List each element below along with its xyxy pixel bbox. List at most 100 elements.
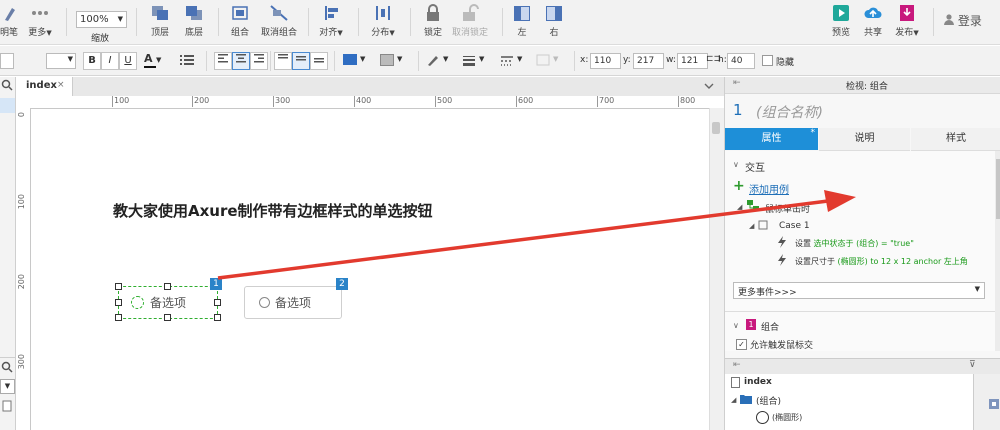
- italic-button[interactable]: I: [101, 52, 119, 70]
- resize-handle[interactable]: [164, 314, 171, 321]
- line-color-button[interactable]: ▼: [426, 53, 454, 67]
- x-label: x:: [580, 55, 589, 65]
- collapse-triangle-icon[interactable]: ◢: [731, 396, 736, 404]
- bring-to-top-button[interactable]: 顶层: [146, 4, 174, 38]
- fill-color-button[interactable]: ▼: [343, 53, 371, 67]
- outline-side-icon[interactable]: [989, 399, 999, 409]
- search-icon[interactable]: [1, 79, 13, 91]
- outline-ellipse[interactable]: (椭圆形): [772, 412, 802, 423]
- valign-middle-button[interactable]: [292, 52, 310, 70]
- login-button[interactable]: 登录: [944, 12, 982, 29]
- tab-notes[interactable]: 说明: [819, 128, 910, 151]
- line-style-button[interactable]: ▼: [500, 53, 528, 67]
- chevron-down-icon: ▼: [397, 55, 403, 63]
- valign-bottom-button[interactable]: [310, 52, 328, 70]
- align-button[interactable]: 对齐▼: [316, 4, 346, 38]
- chevron-down-icon: ▼: [360, 55, 366, 63]
- tab-style[interactable]: 样式: [911, 128, 1000, 151]
- event-onclick[interactable]: 鼠标单击时: [765, 202, 810, 215]
- share-button[interactable]: 共享: [860, 4, 886, 38]
- align-center-button[interactable]: [232, 52, 250, 70]
- right-panel-toggle[interactable]: 右: [542, 4, 566, 38]
- close-icon[interactable]: ×: [57, 80, 65, 90]
- align-center-icon: [236, 54, 246, 63]
- outline-page[interactable]: index: [744, 377, 772, 387]
- ellipse-icon: [756, 411, 769, 424]
- bold-button[interactable]: B: [83, 52, 101, 70]
- resize-handle[interactable]: [115, 283, 122, 290]
- case-1[interactable]: Case 1: [779, 221, 810, 231]
- plus-icon[interactable]: +: [733, 178, 745, 194]
- heading-text[interactable]: 教大家使用Axure制作带有边框样式的单选按钮: [113, 200, 433, 221]
- tab-properties[interactable]: 属性 *: [725, 128, 818, 150]
- hide-checkbox[interactable]: [762, 55, 773, 66]
- underline-button[interactable]: U: [119, 52, 137, 70]
- add-case-link[interactable]: 添加用例: [749, 181, 789, 196]
- tab-index[interactable]: index ×: [16, 77, 73, 96]
- tab-menu-icon[interactable]: [704, 81, 714, 91]
- chevron-down-icon[interactable]: ∨: [733, 160, 739, 169]
- align-right-button[interactable]: [250, 52, 268, 70]
- filter-icon[interactable]: ⊽: [969, 360, 976, 370]
- zoom-select[interactable]: 100% ▼: [76, 11, 127, 28]
- action-set-selected[interactable]: 设置 选中状态于 (组合) = "true": [795, 238, 914, 249]
- design-canvas[interactable]: 教大家使用Axure制作带有边框样式的单选按钮 备选项 1 备选项 2: [31, 109, 709, 430]
- valign-top-button[interactable]: [274, 52, 292, 70]
- font-size-select[interactable]: ▼: [46, 53, 76, 69]
- chevron-down-icon[interactable]: ▼: [0, 379, 15, 394]
- search-icon[interactable]: [1, 361, 13, 373]
- outline-group[interactable]: (组合): [756, 394, 781, 407]
- distribute-button[interactable]: 分布▼: [368, 4, 398, 38]
- outline-scroll[interactable]: [973, 374, 1000, 430]
- w-field[interactable]: 121: [677, 53, 708, 69]
- more-button[interactable]: 更多▼: [27, 4, 53, 38]
- resize-handle[interactable]: [164, 283, 171, 290]
- action-set-size[interactable]: 设置尺寸于 (椭圆形) to 12 x 12 anchor 左上角: [795, 256, 968, 267]
- resize-handle[interactable]: [115, 299, 122, 306]
- divider: [308, 8, 309, 36]
- collapse-triangle-icon[interactable]: ◢: [749, 222, 754, 230]
- h-field[interactable]: 40: [727, 53, 755, 69]
- list-bullets-icon[interactable]: [180, 54, 194, 66]
- allow-trigger-label: 允许触发鼠标交: [750, 341, 814, 351]
- resize-handle[interactable]: [115, 314, 122, 321]
- ruler-tick-label: 700: [597, 96, 615, 107]
- collapse-icon[interactable]: ⇤: [733, 360, 741, 370]
- widget-name-input[interactable]: (组合名称): [756, 102, 823, 122]
- allow-trigger-checkbox[interactable]: ✓: [736, 339, 747, 350]
- collapse-triangle-icon[interactable]: ◢: [737, 203, 742, 211]
- font-family-select[interactable]: [0, 53, 14, 69]
- more-events-select[interactable]: 更多事件>>> ▼: [733, 282, 985, 299]
- pen-tool-button[interactable]: 明笔: [0, 4, 18, 38]
- align-right-icon: [254, 54, 264, 63]
- ungroup-button[interactable]: 取消组合: [260, 4, 298, 38]
- lock-button[interactable]: 锁定: [420, 4, 446, 38]
- collapse-icon[interactable]: ⇤: [733, 78, 741, 88]
- inspector-scrollbar[interactable]: [995, 151, 1000, 351]
- resize-handle[interactable]: [214, 314, 221, 321]
- arrow-style-button[interactable]: ▼: [536, 53, 564, 67]
- send-to-bottom-button[interactable]: 底层: [180, 4, 208, 38]
- page-highlight[interactable]: [0, 98, 15, 113]
- font-color-button[interactable]: A ▼: [144, 52, 170, 70]
- lock-icon: [423, 4, 443, 22]
- canvas-scrollbar[interactable]: [709, 108, 724, 430]
- unlock-button[interactable]: 取消锁定: [452, 4, 488, 38]
- preview-button[interactable]: 预览: [828, 4, 854, 38]
- chevron-down-icon[interactable]: ∨: [733, 321, 739, 330]
- scrollbar-thumb[interactable]: [712, 122, 720, 134]
- line-width-button[interactable]: ▼: [462, 53, 490, 67]
- ruler-vertical: 0 100 200 300: [16, 108, 31, 430]
- y-field[interactable]: 217: [633, 53, 664, 69]
- group-button[interactable]: 组合: [226, 4, 254, 38]
- scrollbar-thumb[interactable]: [996, 159, 1000, 219]
- shadow-button[interactable]: ▼: [380, 53, 408, 67]
- zoom-label: 缩放: [91, 34, 110, 44]
- publish-button[interactable]: 发布▼: [892, 4, 922, 38]
- valign-bottom-icon: [314, 58, 324, 63]
- left-panel-toggle[interactable]: 左: [510, 4, 534, 38]
- resize-handle[interactable]: [214, 299, 221, 306]
- align-left-button[interactable]: [214, 52, 232, 70]
- x-field[interactable]: 110: [590, 53, 621, 69]
- radio-option-2[interactable]: 备选项: [244, 286, 342, 319]
